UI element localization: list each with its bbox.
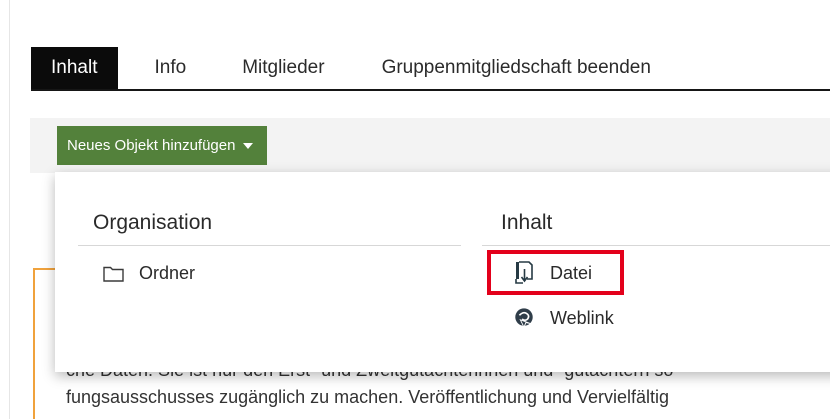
menu-item-weblink[interactable]: Weblink bbox=[513, 307, 614, 329]
content-divider bbox=[482, 245, 830, 246]
tab-mitglieder[interactable]: Mitglieder bbox=[218, 47, 353, 89]
menu-item-weblink-label: Weblink bbox=[550, 307, 614, 328]
tab-leave-group[interactable]: Gruppenmitgliedschaft beenden bbox=[354, 47, 663, 89]
tab-inhalt[interactable]: Inhalt bbox=[31, 47, 119, 89]
accent-line-horizontal bbox=[33, 268, 57, 270]
background-text-line: fungsausschusses zugänglich zu machen. V… bbox=[66, 387, 670, 407]
highlight-box bbox=[487, 250, 624, 295]
folder-icon bbox=[102, 262, 124, 284]
menu-item-ordner-label: Ordner bbox=[139, 262, 196, 283]
menu-item-ordner[interactable]: Ordner bbox=[102, 262, 195, 284]
organisation-heading: Organisation bbox=[93, 211, 213, 234]
content-heading: Inhalt bbox=[501, 211, 553, 234]
add-object-button-label: Neues Objekt hinzufügen bbox=[67, 137, 236, 154]
tab-info[interactable]: Info bbox=[118, 47, 218, 89]
add-object-button[interactable]: Neues Objekt hinzufügen bbox=[57, 126, 268, 165]
weblink-icon bbox=[513, 307, 535, 329]
left-divider bbox=[9, 0, 10, 419]
add-object-dropdown: Organisation Inhalt Ordner Datei Weblink bbox=[55, 172, 830, 372]
caret-down-icon bbox=[243, 142, 254, 149]
page: Inhalt Info Mitglieder Gruppenmitgliedsc… bbox=[0, 0, 830, 419]
accent-line-vertical bbox=[33, 268, 35, 419]
organisation-divider bbox=[78, 245, 461, 246]
tab-bar: Inhalt Info Mitglieder Gruppenmitgliedsc… bbox=[31, 47, 830, 91]
